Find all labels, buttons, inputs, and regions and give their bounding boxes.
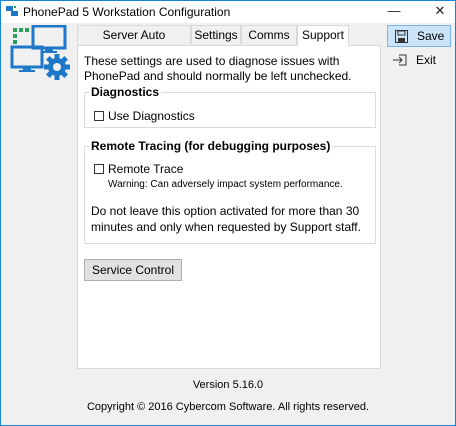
support-panel: These settings are used to diagnose issu… (77, 45, 381, 369)
use-diagnostics-checkbox[interactable]: Use Diagnostics (94, 109, 195, 123)
diagnostics-group: Diagnostics Use Diagnostics (84, 85, 376, 128)
exit-button[interactable]: Exit (387, 49, 451, 71)
title-bar: PhonePad 5 Workstation Configuration — ✕ (1, 1, 455, 23)
remote-tracing-legend: Remote Tracing (for debugging purposes) (89, 139, 333, 153)
remote-trace-checkbox[interactable]: Remote Trace (94, 162, 183, 176)
app-window: PhonePad 5 Workstation Configuration — ✕ (0, 0, 456, 426)
tab-support[interactable]: Support (297, 25, 349, 46)
tab-comms[interactable]: Comms (241, 25, 297, 44)
exit-label: Exit (416, 53, 437, 67)
checkbox-box[interactable] (94, 164, 104, 174)
version-text: Version 5.16.0 (192, 379, 264, 391)
remote-trace-label: Remote Trace (108, 162, 184, 176)
remote-tracing-group: Remote Tracing (for debugging purposes) … (84, 139, 376, 244)
tab-settings[interactable]: Settings (191, 25, 241, 44)
copyright-text: Copyright © 2016 Cybercom Software. All … (86, 401, 369, 413)
use-diagnostics-label: Use Diagnostics (108, 109, 195, 123)
diagnostics-legend: Diagnostics (89, 85, 162, 99)
minimize-button[interactable]: — (379, 1, 409, 23)
save-label: Save (417, 29, 445, 43)
close-button[interactable]: ✕ (425, 1, 455, 23)
save-button[interactable]: Save (387, 25, 451, 47)
workstation-config-logo (9, 24, 73, 81)
remote-trace-warning: Warning: Can adversely impact system per… (108, 179, 343, 190)
exit-arrow-icon (392, 54, 408, 66)
tab-server-auto-discovery[interactable]: Server Auto Discovery (77, 25, 191, 60)
checkbox-box[interactable] (94, 111, 104, 121)
remote-trace-note: Do not leave this option activated for m… (91, 204, 361, 234)
floppy-disk-icon (393, 29, 409, 43)
support-intro-text: These settings are used to diagnose issu… (84, 54, 352, 83)
window-title: PhonePad 5 Workstation Configuration (23, 5, 231, 19)
service-control-button[interactable]: Service Control (84, 259, 182, 281)
app-icon (6, 5, 18, 17)
